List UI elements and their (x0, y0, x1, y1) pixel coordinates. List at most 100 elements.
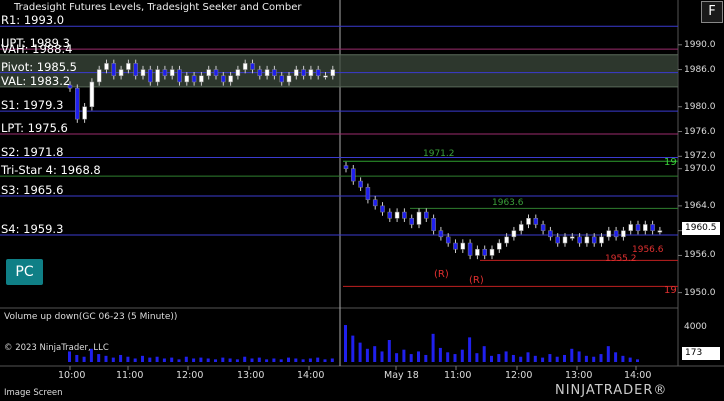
volume-bar (511, 354, 515, 362)
volume-bar (606, 346, 610, 362)
volume-bar (431, 333, 435, 362)
candle (257, 69, 263, 77)
volume-bar (75, 354, 79, 362)
candle (191, 75, 197, 83)
candle (351, 168, 356, 182)
candle (140, 69, 146, 77)
candle (628, 224, 633, 231)
price-tick-label: 1986.0 (684, 64, 716, 75)
candle (606, 230, 612, 238)
green-level-label-top: 1971.2 (423, 149, 455, 159)
level-label: S2: 1971.8 (1, 144, 64, 159)
volume-bar (214, 359, 217, 362)
r-marker-2: (R) (469, 275, 484, 286)
candle (416, 211, 422, 225)
candle (206, 69, 211, 77)
price-tick-label: 1950.0 (684, 287, 716, 298)
volume-bar (351, 335, 355, 362)
time-tick-label: 11:00 (444, 370, 472, 381)
volume-bar (533, 355, 537, 362)
volume-bar (301, 359, 305, 362)
volume-bar (563, 354, 566, 362)
volume-bar (119, 354, 123, 362)
volume-bar (126, 356, 130, 362)
candle (111, 63, 117, 77)
volume-bar (380, 351, 384, 362)
volume-bar (141, 355, 144, 362)
candle (330, 69, 336, 77)
volume-bar (184, 356, 188, 362)
candle (272, 69, 277, 77)
screen-label: Image Screen (4, 388, 63, 398)
volume-bar (279, 359, 283, 362)
volume-bar (468, 337, 472, 362)
time-tick-label: 14:00 (624, 370, 652, 381)
price-tick-label: 1970.0 (684, 163, 716, 174)
candle (387, 211, 393, 219)
r-marker-1: (R) (434, 269, 449, 280)
candle (431, 218, 436, 231)
candle (294, 69, 299, 77)
volume-bar (111, 357, 115, 362)
candle (504, 236, 509, 244)
volume-bar (475, 353, 479, 362)
pc-button[interactable]: PC (6, 259, 43, 285)
price-tick-label: 1980.0 (684, 101, 716, 112)
candle (213, 69, 219, 77)
candle (621, 230, 626, 238)
volume-bar (584, 355, 588, 362)
level-label: S1: 1979.3 (1, 98, 64, 113)
volume-bar (68, 351, 71, 362)
volume-bar (387, 340, 391, 362)
candle (323, 75, 328, 78)
time-tick-label: 14:00 (297, 370, 325, 381)
time-tick-label: 13:00 (565, 370, 593, 381)
time-tick-label: 11:00 (116, 370, 144, 381)
volume-bar (446, 352, 450, 362)
volume-bar (409, 354, 413, 362)
f-button[interactable]: F (701, 1, 723, 23)
candle (75, 87, 80, 120)
price-tick-label: 1972.0 (684, 151, 716, 162)
volume-bar (221, 357, 225, 362)
volume-bar (344, 325, 347, 362)
volume-bar (272, 358, 276, 362)
candle (570, 236, 575, 239)
volume-bar (177, 359, 181, 362)
candle (343, 165, 349, 169)
indicator-title: Tradesight Futures Levels, Tradesight Se… (14, 2, 302, 13)
volume-bar (82, 356, 86, 362)
volume-bar (243, 356, 247, 362)
volume-bar (614, 352, 618, 362)
candle (489, 248, 495, 256)
candle (643, 224, 648, 231)
volume-bar (133, 358, 137, 362)
volume-bar (395, 353, 399, 362)
volume-bar (358, 342, 362, 362)
volume-bar (250, 358, 254, 362)
red-level-label-b: 1956.6 (632, 245, 664, 255)
candle (358, 180, 363, 188)
volume-bar (424, 354, 428, 362)
level-label: Pivot: 1985.5 (1, 59, 77, 74)
volume-bar (287, 357, 290, 362)
volume-bar (490, 355, 493, 362)
volume-tick-4000: 4000 (684, 322, 707, 332)
chart-canvas[interactable] (0, 0, 724, 401)
volume-bar (365, 348, 369, 362)
candle (599, 236, 604, 244)
candle (438, 230, 444, 238)
volume-bar (592, 356, 596, 362)
candle (453, 242, 458, 250)
candle (380, 205, 385, 213)
volume-bar (170, 357, 174, 362)
candle (184, 75, 190, 83)
volume-bar (228, 358, 232, 362)
level-label: S3: 1965.6 (1, 182, 64, 197)
candle (526, 218, 531, 225)
candle (518, 224, 524, 231)
volume-bar (199, 357, 203, 362)
level-label: LPT: 1975.6 (1, 121, 68, 135)
candle (475, 248, 480, 256)
volume-bar (548, 354, 552, 362)
